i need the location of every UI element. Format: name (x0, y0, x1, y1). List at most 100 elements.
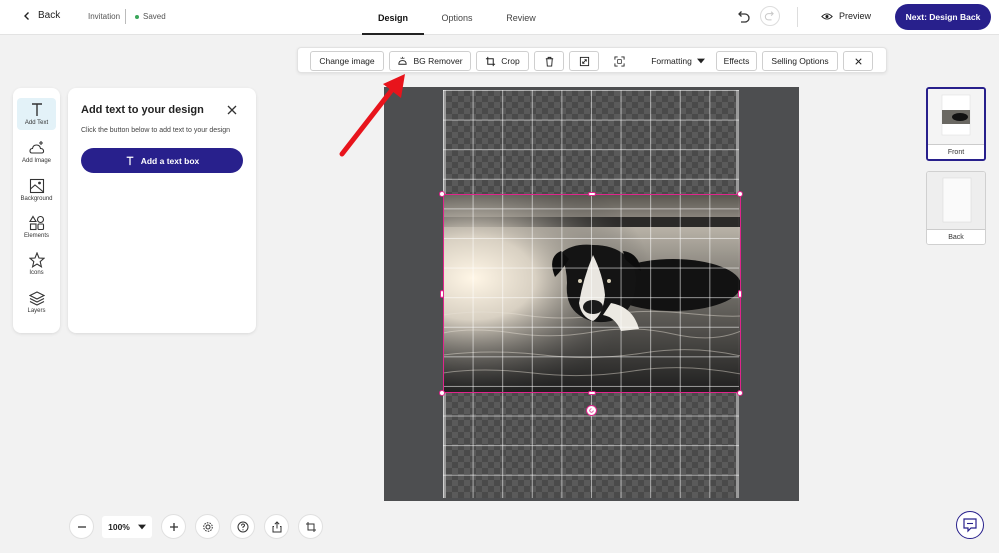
page-thumbnail-label: Front (928, 144, 984, 159)
zoom-in-button[interactable] (161, 514, 186, 539)
page-thumbnail-front[interactable]: Front (926, 87, 986, 161)
resize-handle-bottom-left[interactable] (439, 390, 445, 396)
image-toolbar: Change image BG Remover Crop Formatting … (297, 47, 887, 73)
expand-icon (579, 56, 589, 66)
divider (797, 7, 798, 27)
tab-options[interactable]: Options (426, 0, 488, 35)
next-design-back-button[interactable]: Next: Design Back (895, 4, 991, 30)
undo-icon (738, 11, 750, 23)
formatting-dropdown[interactable]: Formatting (638, 51, 718, 71)
add-text-box-label: Add a text box (140, 155, 200, 166)
crop-canvas-icon (305, 521, 316, 532)
resize-handle-left[interactable] (440, 290, 444, 298)
preview-button[interactable]: Preview (821, 11, 871, 21)
chat-icon (963, 518, 977, 533)
tab-review[interactable]: Review (490, 0, 552, 35)
save-status-label: Saved (143, 12, 166, 21)
preview-label: Preview (839, 11, 872, 21)
crop-label: Crop (501, 56, 520, 66)
sidebar-item-background[interactable]: Background (17, 174, 56, 206)
sidebar-item-label: Add Text (24, 120, 49, 126)
crop-icon (486, 56, 496, 66)
crop-button[interactable]: Crop (476, 51, 529, 71)
dog-in-water-image (443, 195, 741, 393)
trash-icon (545, 56, 553, 67)
chevron-left-icon (24, 11, 29, 20)
bg-remover-button[interactable]: BG Remover (389, 51, 471, 71)
back-button[interactable]: Back (22, 10, 60, 21)
change-image-label: Change image (319, 56, 375, 66)
add-text-panel: Add text to your design Click the button… (68, 88, 256, 333)
selling-options-button[interactable]: Selling Options (762, 51, 838, 71)
caret-down-icon (137, 524, 146, 530)
gear-icon (202, 521, 213, 532)
plus-icon (169, 522, 178, 531)
fullscreen-icon (613, 55, 625, 67)
fill-frame-button[interactable] (606, 51, 632, 71)
chat-support-button[interactable] (956, 511, 984, 539)
back-label: Back (38, 10, 61, 21)
close-icon (854, 57, 862, 65)
question-icon (237, 521, 248, 532)
zoom-level-value: 100% (108, 522, 130, 532)
resize-handle-top-left[interactable] (439, 191, 445, 197)
sidebar-item-add-text[interactable]: Add Text (17, 98, 56, 130)
zoom-out-button[interactable] (69, 514, 94, 539)
undo-button[interactable] (734, 8, 752, 26)
sidebar-item-layers[interactable]: Layers (17, 286, 56, 318)
change-image-button[interactable]: Change image (310, 51, 384, 71)
top-bar: Back Invitation Saved Design Options Rev… (0, 0, 999, 35)
background-icon (29, 178, 44, 194)
text-icon (126, 156, 134, 165)
document-name: Invitation (88, 12, 121, 21)
formatting-label: Formatting (651, 56, 692, 66)
sidebar-item-label: Icons (29, 270, 44, 276)
layers-icon (28, 291, 45, 306)
tab-design[interactable]: Design (362, 0, 424, 35)
rotate-handle[interactable] (586, 405, 597, 416)
minus-icon (77, 525, 86, 528)
sidebar-item-label: Elements (23, 233, 49, 239)
redo-icon (764, 11, 774, 21)
sidebar-item-add-image[interactable]: Add Image (17, 136, 56, 168)
add-text-box-button[interactable]: Add a text box (81, 148, 243, 173)
page-thumbnail-back[interactable]: Back (926, 171, 986, 245)
selling-options-label: Selling Options (771, 56, 829, 66)
effects-button[interactable]: Effects (716, 51, 757, 71)
rotate-icon (589, 408, 594, 413)
redo-button[interactable] (760, 6, 780, 26)
sidebar-item-label: Layers (27, 308, 46, 314)
elements-icon (28, 215, 44, 231)
share-button[interactable] (264, 514, 289, 539)
sidebar-item-elements[interactable]: Elements (17, 211, 56, 243)
share-icon (272, 520, 281, 532)
resize-handle-bottom[interactable] (588, 391, 596, 395)
resize-handle-top-right[interactable] (737, 191, 743, 197)
help-button[interactable] (230, 514, 255, 539)
panel-description: Click the button below to add text to yo… (81, 127, 231, 134)
resize-canvas-button[interactable] (298, 514, 323, 539)
text-icon (31, 103, 42, 116)
resize-handle-right[interactable] (738, 290, 742, 298)
caret-down-icon (696, 58, 705, 64)
zoom-level-dropdown[interactable]: 100% (102, 516, 152, 538)
settings-button[interactable] (195, 514, 220, 539)
divider (125, 9, 126, 24)
sidebar-item-label: Add Image (21, 158, 52, 164)
dog-photo-image[interactable] (443, 195, 741, 393)
design-steps-tabs: Design Options Review (362, 0, 552, 35)
panel-title: Add text to your design (81, 104, 204, 116)
sidebar-item-icons[interactable]: Icons (17, 248, 56, 280)
magic-wand-icon (398, 56, 408, 65)
page-thumbnail-label: Back (927, 229, 985, 244)
front-preview-icon (928, 89, 984, 145)
resize-handle-top[interactable] (588, 192, 596, 196)
close-icon[interactable] (226, 104, 238, 116)
resize-handle-bottom-right[interactable] (737, 390, 743, 396)
saved-dot-icon (135, 14, 139, 19)
back-preview-icon (927, 172, 985, 230)
fit-to-page-button[interactable] (569, 51, 599, 71)
delete-button[interactable] (534, 51, 564, 71)
close-toolbar-button[interactable] (843, 51, 873, 71)
effects-label: Effects (723, 56, 750, 66)
